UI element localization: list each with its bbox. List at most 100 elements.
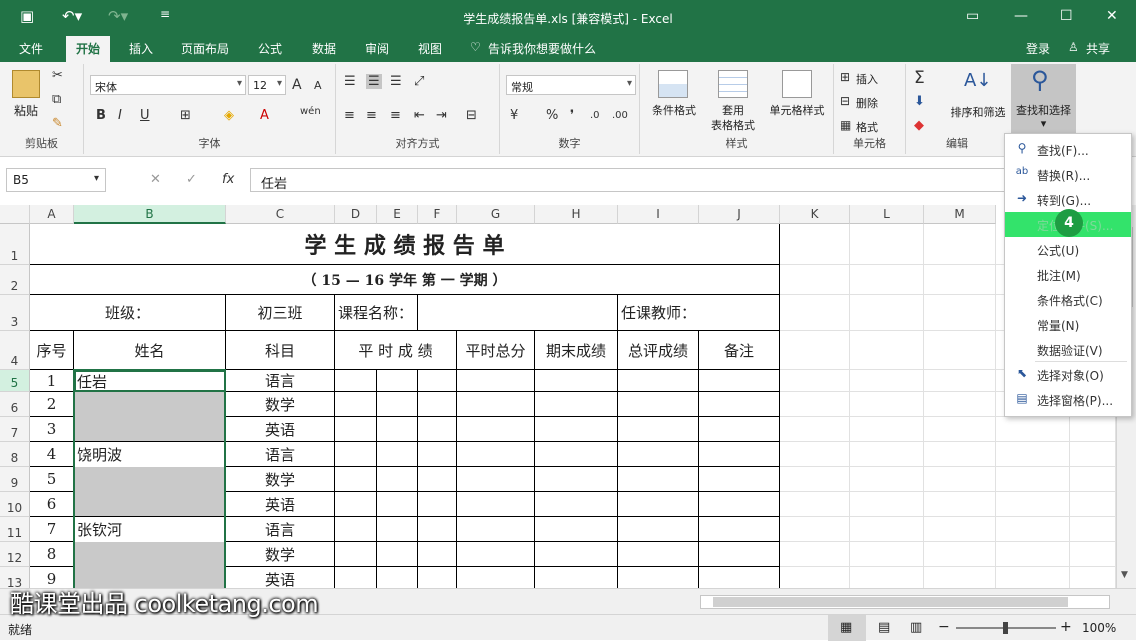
tab-file[interactable]: 文件 bbox=[19, 40, 43, 57]
record-score-cell[interactable] bbox=[457, 567, 535, 588]
record-score-cell[interactable] bbox=[535, 370, 618, 392]
border-icon[interactable]: ⊞ bbox=[180, 108, 191, 123]
insert-function-icon[interactable]: fx bbox=[222, 172, 234, 187]
record-score-cell[interactable] bbox=[699, 392, 780, 417]
record-score-cell[interactable] bbox=[457, 517, 535, 542]
conditional-format-button[interactable]: 条件格式 bbox=[646, 102, 702, 118]
record-score-cell[interactable] bbox=[335, 370, 377, 392]
align-bottom-icon[interactable]: ☰ bbox=[390, 74, 402, 89]
term-cell[interactable]: （ 15 — 16 学年 第 一 学期 ） bbox=[30, 265, 780, 295]
tab-review[interactable]: 审阅 bbox=[365, 40, 389, 57]
cut-icon[interactable]: ✂ bbox=[52, 68, 63, 83]
record-name[interactable]: 饶明波 bbox=[74, 442, 226, 467]
record-score-cell[interactable] bbox=[377, 517, 418, 542]
column-header-i[interactable]: I bbox=[618, 205, 699, 224]
column-header-h[interactable]: H bbox=[535, 205, 618, 224]
record-score-cell[interactable] bbox=[457, 492, 535, 517]
record-score-cell[interactable] bbox=[535, 442, 618, 467]
decrease-indent-icon[interactable]: ⇤ bbox=[414, 108, 425, 123]
menu-item-0[interactable]: ⚲ 查找(F)... bbox=[1005, 137, 1131, 162]
minimize-icon[interactable]: — bbox=[1014, 8, 1028, 24]
merge-center-icon[interactable]: ⊟ bbox=[466, 108, 477, 123]
header-note[interactable]: 备注 bbox=[699, 331, 780, 370]
record-score-cell[interactable] bbox=[418, 517, 457, 542]
maximize-icon[interactable]: ☐ bbox=[1060, 8, 1073, 24]
format-as-table-label-1[interactable]: 套用 bbox=[708, 102, 758, 118]
record-score-cell[interactable] bbox=[377, 467, 418, 492]
course-value-cell[interactable] bbox=[418, 295, 618, 331]
comma-icon[interactable]: ❜ bbox=[570, 108, 574, 123]
record-subject[interactable]: 数学 bbox=[226, 542, 335, 567]
record-score-cell[interactable] bbox=[457, 392, 535, 417]
record-name[interactable] bbox=[74, 492, 226, 517]
menu-item-6[interactable]: 条件格式(C) bbox=[1005, 287, 1131, 312]
column-header-a[interactable]: A bbox=[30, 205, 74, 224]
font-name-select[interactable]: 宋体 bbox=[90, 75, 246, 95]
format-as-table-icon[interactable] bbox=[718, 70, 748, 98]
phonetic-icon[interactable]: wén bbox=[300, 106, 321, 117]
clear-icon[interactable]: ◆ bbox=[914, 118, 924, 133]
horizontal-scrollbar[interactable] bbox=[700, 595, 1110, 609]
tab-formulas[interactable]: 公式 bbox=[258, 40, 282, 57]
row-header-7[interactable]: 7 bbox=[0, 417, 30, 442]
font-color-icon[interactable]: A bbox=[260, 108, 269, 123]
cell-styles-icon[interactable] bbox=[782, 70, 812, 98]
record-subject[interactable]: 数学 bbox=[226, 392, 335, 417]
name-box[interactable]: B5 bbox=[6, 168, 106, 192]
record-score-cell[interactable] bbox=[535, 517, 618, 542]
tab-data[interactable]: 数据 bbox=[312, 40, 336, 57]
record-name[interactable] bbox=[74, 417, 226, 442]
tab-page-layout[interactable]: 页面布局 bbox=[181, 40, 229, 57]
record-no[interactable]: 6 bbox=[30, 492, 74, 517]
record-no[interactable]: 7 bbox=[30, 517, 74, 542]
record-subject[interactable]: 语言 bbox=[226, 442, 335, 467]
find-select-button[interactable]: ⚲ 查找和选择 ▾ bbox=[1011, 64, 1076, 134]
header-usual-total[interactable]: 平时总分 bbox=[457, 331, 535, 370]
enter-icon[interactable]: ✓ bbox=[186, 172, 197, 187]
shrink-font-icon[interactable]: A bbox=[314, 79, 322, 92]
page-layout-icon[interactable]: ▤ bbox=[878, 620, 890, 635]
paste-button[interactable]: 粘贴 bbox=[8, 102, 44, 119]
header-final[interactable]: 期末成绩 bbox=[535, 331, 618, 370]
row-header-3[interactable]: 3 bbox=[0, 295, 30, 331]
record-subject[interactable]: 数学 bbox=[226, 467, 335, 492]
record-score-cell[interactable] bbox=[457, 542, 535, 567]
record-score-cell[interactable] bbox=[457, 442, 535, 467]
record-no[interactable]: 2 bbox=[30, 392, 74, 417]
record-score-cell[interactable] bbox=[699, 542, 780, 567]
ribbon-display-icon[interactable]: ▭ bbox=[966, 8, 979, 24]
record-score-cell[interactable] bbox=[618, 370, 699, 392]
insert-cells-button[interactable]: 插入 bbox=[856, 71, 878, 87]
menu-item-1[interactable]: ab 替换(R)... bbox=[1005, 162, 1131, 187]
fill-color-icon[interactable]: ◈ bbox=[224, 108, 234, 123]
underline-icon[interactable]: U bbox=[140, 108, 150, 123]
record-subject[interactable]: 英语 bbox=[226, 417, 335, 442]
record-subject[interactable]: 语言 bbox=[226, 370, 335, 392]
row-header-9[interactable]: 9 bbox=[0, 467, 30, 492]
record-score-cell[interactable] bbox=[335, 392, 377, 417]
percent-icon[interactable]: % bbox=[546, 108, 558, 123]
record-score-cell[interactable] bbox=[699, 492, 780, 517]
record-score-cell[interactable] bbox=[618, 517, 699, 542]
column-header-l[interactable]: L bbox=[850, 205, 924, 224]
orientation-icon[interactable]: ⤢ bbox=[414, 74, 424, 89]
column-header-g[interactable]: G bbox=[457, 205, 535, 224]
record-score-cell[interactable] bbox=[618, 542, 699, 567]
record-score-cell[interactable] bbox=[535, 392, 618, 417]
record-score-cell[interactable] bbox=[618, 417, 699, 442]
delete-cells-icon[interactable]: ⊟ bbox=[840, 94, 850, 108]
fill-icon[interactable]: ⬇ bbox=[914, 94, 925, 109]
header-name[interactable]: 姓名 bbox=[74, 331, 226, 370]
record-score-cell[interactable] bbox=[618, 567, 699, 588]
record-score-cell[interactable] bbox=[699, 467, 780, 492]
font-size-select[interactable]: 12 bbox=[248, 75, 286, 95]
record-no[interactable]: 5 bbox=[30, 467, 74, 492]
bold-icon[interactable]: B bbox=[96, 108, 106, 123]
record-score-cell[interactable] bbox=[535, 567, 618, 588]
row-header-5[interactable]: 5 bbox=[0, 370, 30, 392]
record-score-cell[interactable] bbox=[535, 542, 618, 567]
record-score-cell[interactable] bbox=[335, 567, 377, 588]
record-subject[interactable]: 语言 bbox=[226, 517, 335, 542]
row-header-8[interactable]: 8 bbox=[0, 442, 30, 467]
record-score-cell[interactable] bbox=[335, 492, 377, 517]
